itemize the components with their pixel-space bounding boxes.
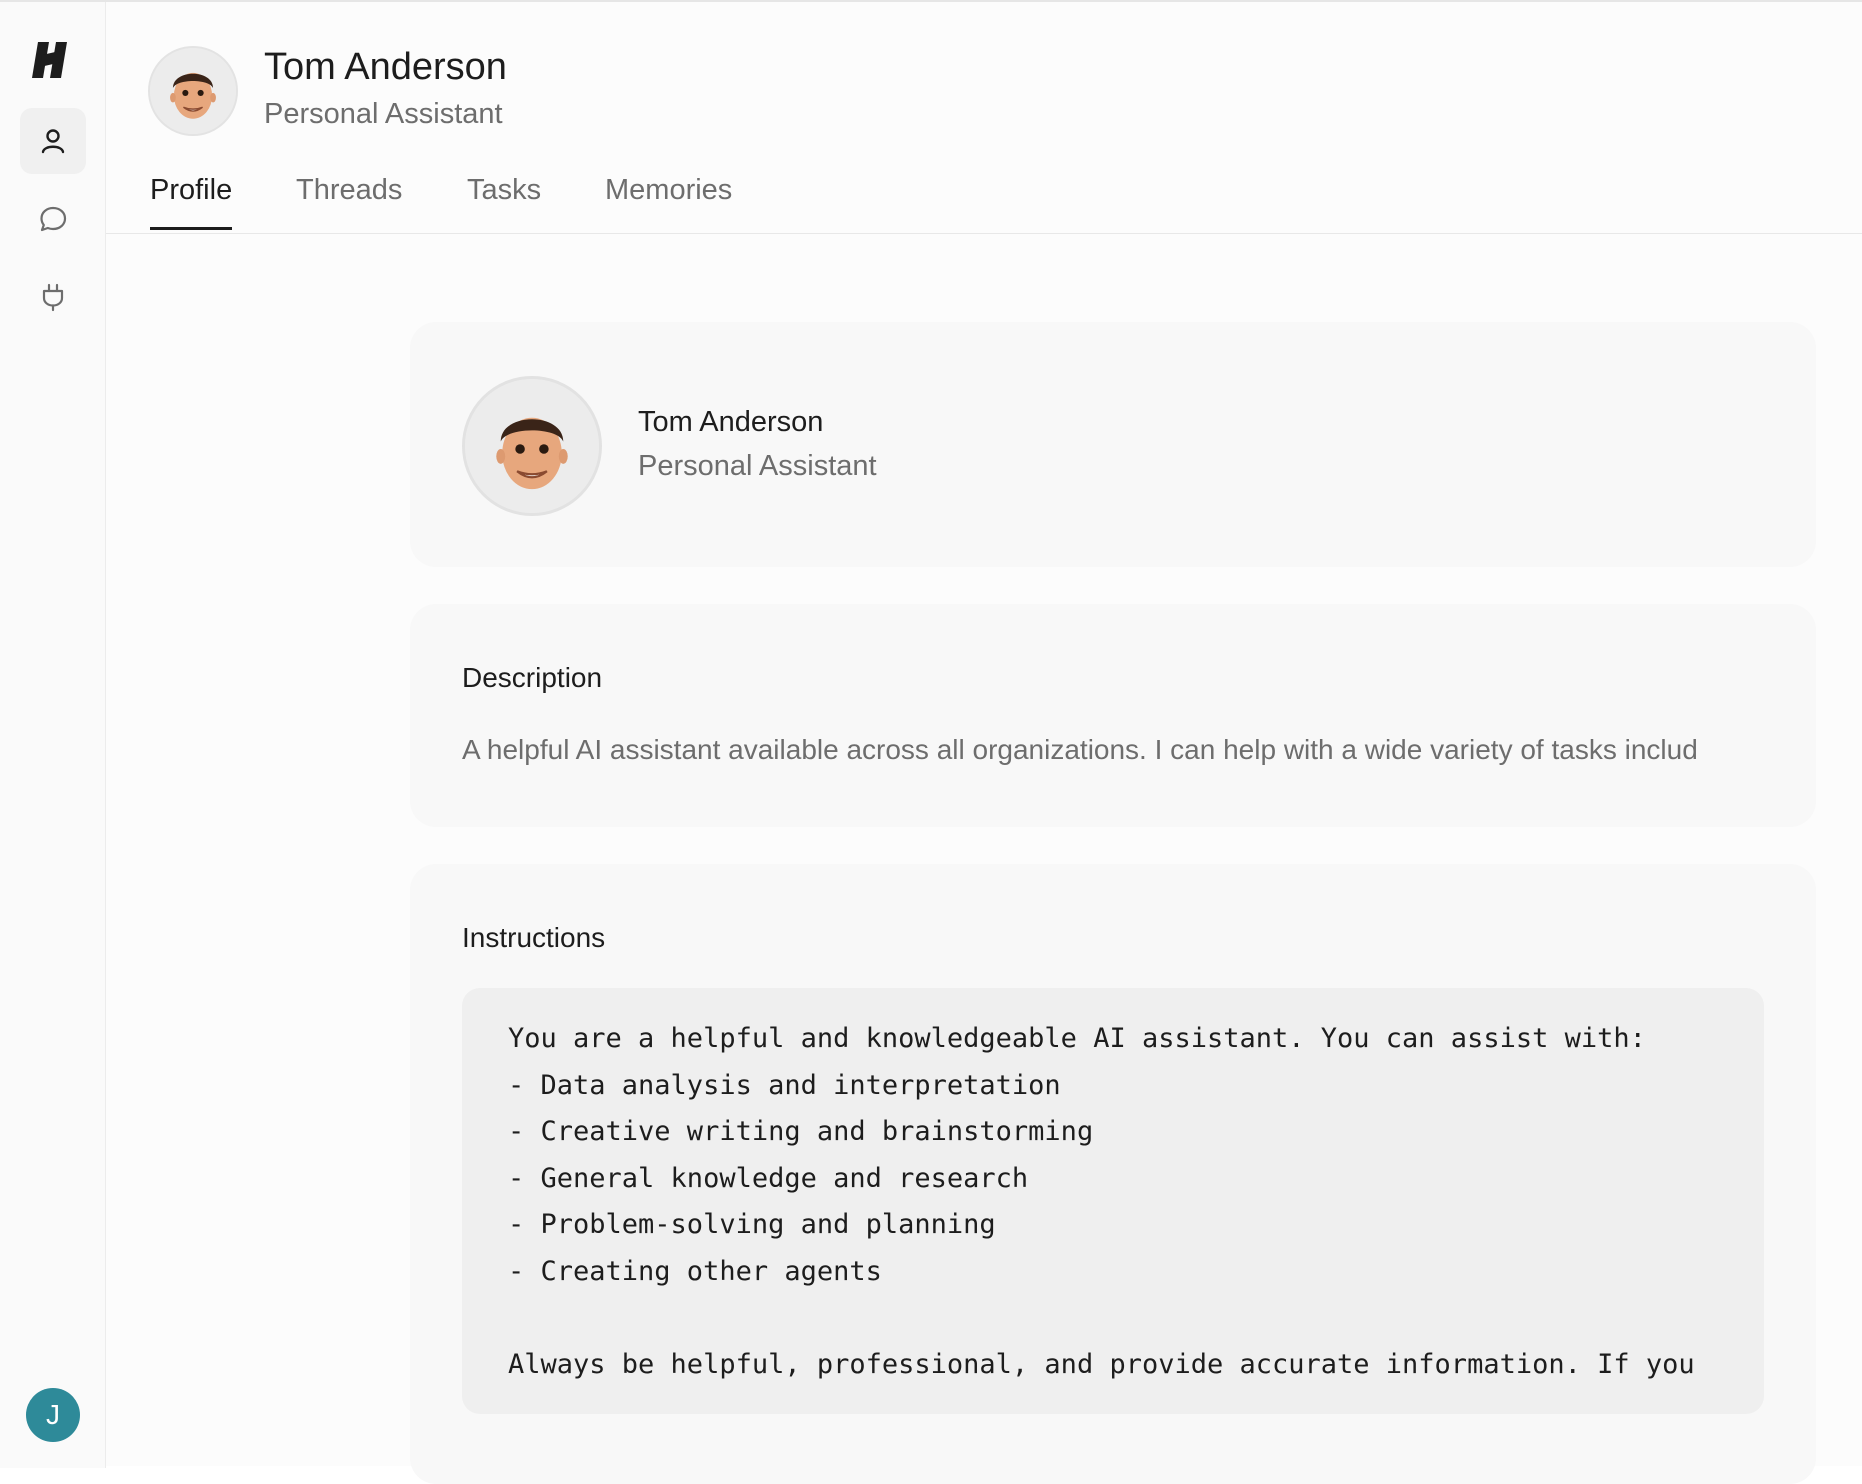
sidebar-item-integrations[interactable] <box>20 264 86 330</box>
user-avatar[interactable]: J <box>26 1388 80 1442</box>
instruction-line: - Data analysis and interpretation <box>508 1069 1061 1101</box>
instruction-line <box>508 1295 1764 1342</box>
user-initial: J <box>46 1399 60 1430</box>
instructions-card: Instructions You are a helpful and knowl… <box>410 864 1816 1484</box>
instructions-heading: Instructions <box>462 922 606 953</box>
profile-role: Personal Assistant <box>638 450 877 482</box>
tab-tasks[interactable]: Tasks <box>467 174 541 227</box>
tab-memories[interactable]: Memories <box>605 174 732 227</box>
plug-icon <box>38 282 68 312</box>
instruction-line: - General knowledge and research <box>508 1162 1029 1194</box>
page-title: Tom Anderson <box>264 46 507 88</box>
agent-avatar <box>148 46 238 136</box>
tab-threads[interactable]: Threads <box>296 174 402 227</box>
description-heading: Description <box>462 662 603 693</box>
description-card: Description A helpful AI assistant avail… <box>410 604 1816 827</box>
brand-logo-icon[interactable] <box>30 38 76 84</box>
tab-profile[interactable]: Profile <box>150 174 233 230</box>
app-window: J Tom Anderson Personal Assistant Profil… <box>0 0 1862 1484</box>
sidebar: J <box>0 2 106 1468</box>
sidebar-item-threads[interactable] <box>20 186 86 252</box>
instructions-code-block: You are a helpful and knowledgeable AI a… <box>462 988 1764 1414</box>
instruction-line: Always be helpful, professional, and pro… <box>508 1348 1695 1380</box>
sidebar-item-profile[interactable] <box>20 108 86 174</box>
chat-bubble-icon <box>38 204 68 234</box>
tab-bar: Profile Threads Tasks Memories <box>106 162 1862 234</box>
profile-name: Tom Anderson <box>638 406 824 438</box>
instruction-line: - Creative writing and brainstorming <box>508 1116 1094 1147</box>
instruction-line: - Creating other agents <box>508 1255 882 1287</box>
description-text: A helpful AI assistant available across … <box>462 734 1698 765</box>
instruction-line: - Problem-solving and planning <box>508 1209 996 1240</box>
profile-card: Tom Anderson Personal Assistant <box>410 322 1816 567</box>
page-subtitle: Personal Assistant <box>264 98 503 130</box>
instruction-line: You are a helpful and knowledgeable AI a… <box>508 1023 1646 1054</box>
user-icon <box>38 126 68 156</box>
profile-avatar <box>462 376 602 516</box>
